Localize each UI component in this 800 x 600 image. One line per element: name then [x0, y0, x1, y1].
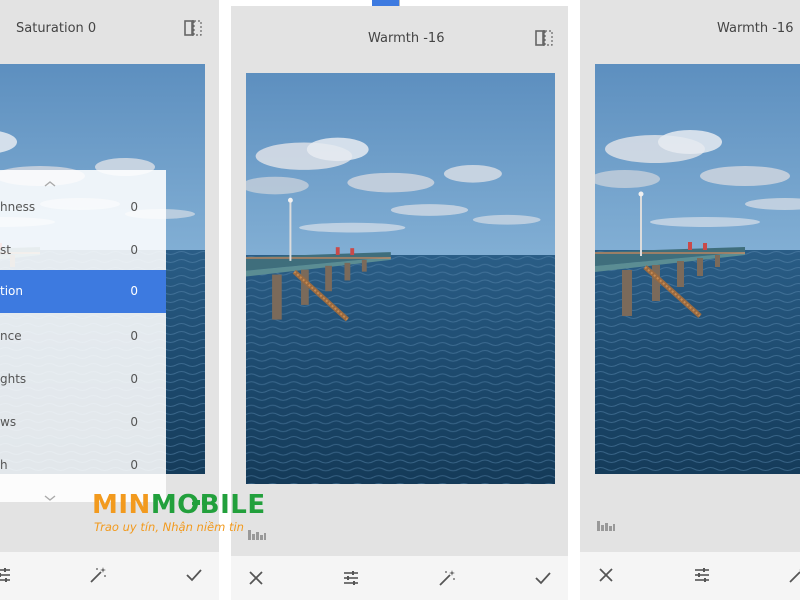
brand-name: MINMOBILE — [92, 490, 266, 520]
histogram-icon[interactable] — [596, 516, 616, 531]
magic-wand-icon[interactable] — [788, 566, 800, 584]
close-icon[interactable] — [247, 569, 265, 587]
magic-wand-icon[interactable] — [438, 569, 456, 587]
menu-item-label: h — [0, 458, 8, 472]
menu-item-value: 0 — [130, 329, 138, 343]
magic-wand-icon[interactable] — [89, 566, 107, 584]
menu-item-shadows[interactable]: ws 0 — [0, 401, 166, 444]
bottom-toolbar — [231, 556, 568, 600]
menu-item-brightness[interactable]: hness 0 — [0, 186, 166, 229]
menu-item-label: ws — [0, 415, 17, 429]
compare-icon[interactable] — [184, 20, 202, 36]
menu-item-label: st — [0, 243, 11, 257]
menu-item-value: 0 — [130, 243, 138, 257]
compare-icon[interactable] — [535, 30, 553, 46]
menu-item-label: tion — [0, 284, 23, 298]
menu-item-label: nce — [0, 329, 22, 343]
photo-preview[interactable] — [595, 64, 800, 474]
menu-item-label: ghts — [0, 372, 27, 386]
brand-watermark-logo: MINMOBILE Trao uy tín, Nhận niềm tin — [92, 490, 270, 536]
menu-item-value: 0 — [130, 372, 138, 386]
brand-slogan: Trao uy tín, Nhận niềm tin — [94, 520, 244, 534]
photo-preview[interactable] — [246, 73, 555, 484]
menu-item-value: 0 — [130, 458, 138, 472]
menu-item-value: 0 — [130, 415, 138, 429]
screenshot-canvas: Saturation 0 hness 0 st 0 tion 0 nce 0 g… — [0, 0, 800, 600]
edit-value-title: Warmth -16 — [717, 21, 794, 36]
tune-icon[interactable] — [342, 569, 360, 587]
bottom-toolbar — [580, 552, 800, 600]
brand-name-part2: MOBILE — [150, 490, 266, 520]
menu-item-warmth[interactable]: h 0 — [0, 444, 166, 487]
menu-item-value: 0 — [130, 200, 138, 214]
editor-panel-right: Warmth -16 — [580, 0, 800, 600]
editor-panel-middle: Warmth -16 — [231, 6, 568, 600]
menu-item-highlights[interactable]: ghts 0 — [0, 358, 166, 401]
menu-item-contrast[interactable]: st 0 — [0, 229, 166, 272]
chevron-up-icon[interactable] — [42, 174, 58, 187]
menu-item-ambiance[interactable]: nce 0 — [0, 315, 166, 358]
menu-item-label: hness — [0, 200, 36, 214]
adjust-menu: hness 0 st 0 tion 0 nce 0 ghts 0 ws 0 h … — [0, 170, 166, 502]
tune-icon[interactable] — [693, 566, 711, 584]
brand-name-part1: MIN — [92, 490, 151, 520]
menu-item-value: 0 — [130, 284, 138, 298]
check-icon[interactable] — [534, 569, 552, 587]
close-icon[interactable] — [597, 566, 615, 584]
signal-bars-icon — [192, 490, 206, 505]
tune-icon[interactable] — [0, 566, 12, 584]
check-icon[interactable] — [185, 566, 203, 584]
edit-value-title: Warmth -16 — [368, 31, 445, 46]
chevron-down-icon[interactable] — [42, 488, 58, 501]
edit-value-title: Saturation 0 — [16, 21, 97, 36]
bottom-toolbar — [0, 552, 219, 600]
menu-item-saturation[interactable]: tion 0 — [0, 270, 166, 313]
